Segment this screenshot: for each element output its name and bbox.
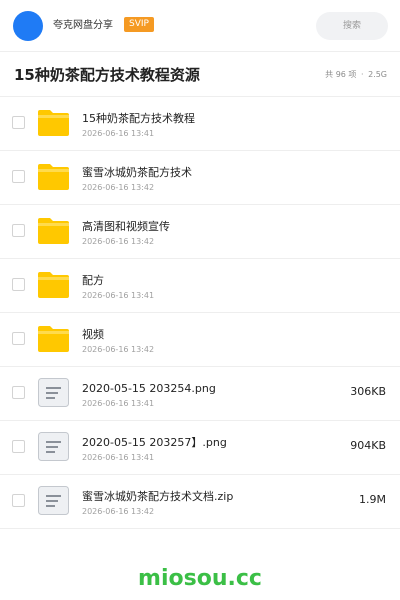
file-date: 2026-06-16 13:42: [82, 183, 155, 192]
file-date: 2026-06-16 13:42: [82, 345, 155, 354]
select-checkbox[interactable]: [12, 386, 25, 399]
list-item[interactable]: 高清图和视频宣传 2026-06-16 13:42: [0, 205, 400, 259]
select-checkbox[interactable]: [12, 170, 25, 183]
file-name: 高清图和视频宣传: [82, 220, 170, 233]
list-item[interactable]: 视频 2026-06-16 13:42: [0, 313, 400, 367]
file-size: 904KB: [350, 439, 386, 452]
total-size: 2.5G: [368, 70, 387, 79]
file-name: 配方: [82, 274, 104, 287]
folder-header: 15种奶茶配方技术教程资源 共 96 项 · 2.5G: [0, 52, 400, 97]
select-checkbox[interactable]: [12, 278, 25, 291]
file-name: 2020-05-15 203257】.png: [82, 436, 227, 449]
select-checkbox[interactable]: [12, 494, 25, 507]
file-icon: [38, 432, 69, 461]
file-name: 15种奶茶配方技术教程: [82, 112, 195, 125]
file-name: 蜜雪冰城奶茶配方技术文档.zip: [82, 490, 234, 503]
file-size: 1.9M: [359, 493, 386, 506]
svip-badge: SVIP: [124, 17, 154, 32]
search-button[interactable]: 搜索: [316, 12, 388, 40]
sharer-name: 夸克网盘分享: [53, 20, 113, 31]
file-name: 蜜雪冰城奶茶配方技术: [82, 166, 192, 179]
list-item[interactable]: 配方 2026-06-16 13:41: [0, 259, 400, 313]
folder-icon: [38, 164, 69, 190]
list-item[interactable]: 蜜雪冰城奶茶配方技术文档.zip 2026-06-16 13:42 1.9M: [0, 475, 400, 529]
avatar[interactable]: [13, 11, 43, 41]
select-checkbox[interactable]: [12, 332, 25, 345]
folder-icon: [38, 110, 69, 136]
file-date: 2026-06-16 13:42: [82, 237, 155, 246]
select-checkbox[interactable]: [12, 440, 25, 453]
folder-summary: 共 96 项 · 2.5G: [323, 69, 387, 81]
file-icon: [38, 378, 69, 407]
file-date: 2026-06-16 13:41: [82, 291, 155, 300]
list-item[interactable]: 15种奶茶配方技术教程 2026-06-16 13:41: [0, 97, 400, 151]
file-date: 2026-06-16 13:41: [82, 453, 155, 462]
folder-icon: [38, 218, 69, 244]
file-date: 2026-06-16 13:41: [82, 129, 155, 138]
top-bar: 夸克网盘分享 SVIP 搜索: [0, 0, 400, 52]
select-checkbox[interactable]: [12, 224, 25, 237]
page-title: 15种奶茶配方技术教程资源: [14, 66, 200, 84]
file-size: 306KB: [350, 385, 386, 398]
file-list: 15种奶茶配方技术教程 2026-06-16 13:41 蜜雪冰城奶茶配方技术 …: [0, 97, 400, 529]
summary-separator: ·: [360, 70, 364, 79]
item-count: 共 96 项: [325, 70, 357, 79]
file-date: 2026-06-16 13:41: [82, 399, 155, 408]
file-name: 2020-05-15 203254.png: [82, 382, 216, 395]
file-date: 2026-06-16 13:42: [82, 507, 155, 516]
folder-icon: [38, 272, 69, 298]
file-icon: [38, 486, 69, 515]
file-name: 视频: [82, 328, 104, 341]
select-checkbox[interactable]: [12, 116, 25, 129]
watermark-text: miosou.cc: [138, 566, 262, 591]
list-item[interactable]: 2020-05-15 203254.png 2026-06-16 13:41 3…: [0, 367, 400, 421]
list-item[interactable]: 蜜雪冰城奶茶配方技术 2026-06-16 13:42: [0, 151, 400, 205]
list-item[interactable]: 2020-05-15 203257】.png 2026-06-16 13:41 …: [0, 421, 400, 475]
folder-icon: [38, 326, 69, 352]
